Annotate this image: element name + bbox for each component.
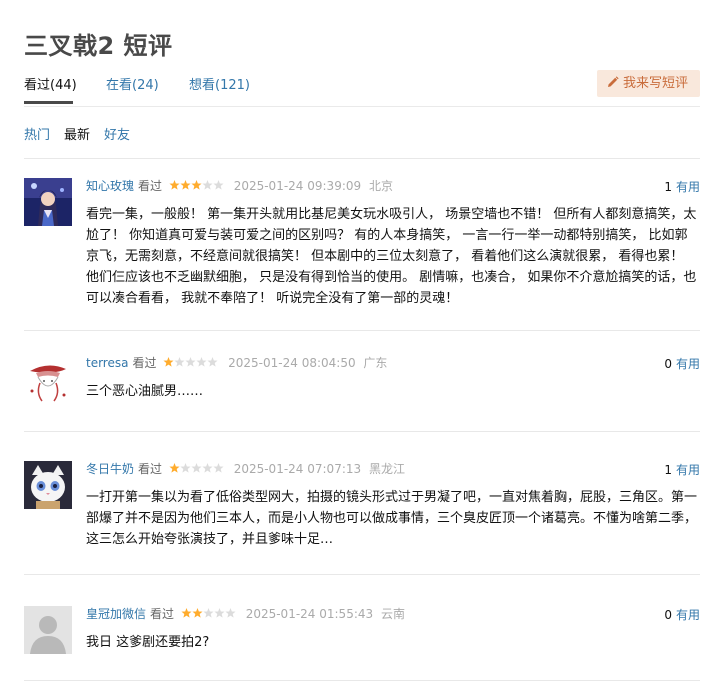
star-icon bbox=[202, 463, 213, 473]
comment-location: 云南 bbox=[380, 607, 405, 621]
star-icon bbox=[192, 608, 203, 618]
vote-area: 0 有用 bbox=[664, 355, 700, 372]
helpful-button[interactable]: 有用 bbox=[676, 463, 700, 477]
comment-time[interactable]: 2025-01-24 07:07:13 bbox=[234, 462, 361, 476]
star-icon bbox=[191, 180, 202, 190]
helpful-button[interactable]: 有用 bbox=[676, 357, 700, 371]
star-icon bbox=[225, 608, 236, 618]
comment-user[interactable]: 冬日牛奶 bbox=[86, 462, 134, 476]
pencil-icon bbox=[607, 76, 619, 87]
comment-text: 看完一集，一般般！ 第一集开头就用比基尼美女玩水吸引人， 场景空墙也不错！ 但所… bbox=[86, 207, 697, 306]
avatar[interactable] bbox=[24, 178, 72, 226]
comment-action: 看过 bbox=[150, 607, 175, 621]
comment-time[interactable]: 2025-01-24 08:04:50 bbox=[228, 356, 355, 370]
star-icon bbox=[181, 608, 192, 618]
star-icon bbox=[180, 463, 191, 473]
sort-hot[interactable]: 热门 bbox=[24, 128, 50, 143]
sort-friends[interactable]: 好友 bbox=[104, 128, 130, 143]
comment-action: 看过 bbox=[138, 462, 163, 476]
vote-count: 1 bbox=[664, 180, 672, 194]
comment-location: 北京 bbox=[368, 179, 393, 193]
rating-stars-icon bbox=[169, 180, 224, 190]
rating-stars-icon bbox=[181, 608, 236, 618]
tab-want-to-watch[interactable]: 想看(121) bbox=[189, 74, 250, 93]
page-title: 三叉戟2 短评 bbox=[24, 32, 173, 60]
star-icon bbox=[169, 463, 180, 473]
divider bbox=[24, 431, 700, 432]
vote-area: 1 有用 bbox=[664, 461, 700, 478]
rating-stars-icon bbox=[163, 357, 218, 367]
comment-location: 广东 bbox=[363, 356, 388, 370]
star-icon bbox=[180, 180, 191, 190]
vote-count: 1 bbox=[664, 463, 672, 477]
star-icon bbox=[202, 180, 213, 190]
write-review-label: 我来写短评 bbox=[622, 76, 688, 91]
comment-text: 三个恶心油腻男…… bbox=[86, 384, 204, 399]
comment-action: 看过 bbox=[138, 179, 163, 193]
divider bbox=[24, 680, 700, 681]
helpful-button[interactable]: 有用 bbox=[676, 608, 700, 622]
tab-bar: 看过(44) 在看(24) 想看(121) 我来写短评 bbox=[24, 70, 700, 107]
star-icon bbox=[213, 180, 224, 190]
default-avatar-icon[interactable] bbox=[24, 606, 72, 654]
comment-text: 我日 这爹剧还要拍2? bbox=[86, 635, 210, 650]
divider bbox=[24, 574, 700, 575]
vote-count: 0 bbox=[664, 357, 672, 371]
star-icon bbox=[203, 608, 214, 618]
comment-meta: 皇冠加微信 看过 2025-01-24 01:55:43 云南 bbox=[86, 606, 700, 622]
sort-latest[interactable]: 最新 bbox=[64, 128, 90, 143]
star-icon bbox=[174, 357, 185, 367]
avatar[interactable] bbox=[24, 355, 72, 403]
star-icon bbox=[213, 463, 224, 473]
write-review-button[interactable]: 我来写短评 bbox=[596, 70, 700, 97]
comment-time[interactable]: 2025-01-24 09:39:09 bbox=[234, 179, 361, 193]
comment-text: 一打开第一集以为看了低俗类型网大，拍摄的镜头形式过于男凝了吧，一直对焦着胸，屁股… bbox=[86, 490, 698, 547]
comment-user[interactable]: 知心玫瑰 bbox=[86, 179, 134, 193]
comment-meta: terresa 看过 2025-01-24 08:04:50 广东 bbox=[86, 355, 700, 371]
star-icon bbox=[185, 357, 196, 367]
avatar[interactable] bbox=[24, 461, 72, 509]
comment-user[interactable]: terresa bbox=[86, 356, 128, 370]
comment-user[interactable]: 皇冠加微信 bbox=[86, 607, 146, 621]
comment-meta: 冬日牛奶 看过 2025-01-24 07:07:13 黑龙江 bbox=[86, 461, 700, 477]
active-tab-underline bbox=[24, 101, 73, 104]
star-icon bbox=[163, 357, 174, 367]
divider bbox=[24, 158, 700, 159]
sort-options: 热门 最新 好友 bbox=[24, 124, 144, 143]
star-icon bbox=[196, 357, 207, 367]
star-icon bbox=[207, 357, 218, 367]
helpful-button[interactable]: 有用 bbox=[676, 180, 700, 194]
comment-location: 黑龙江 bbox=[368, 462, 405, 476]
divider bbox=[24, 330, 700, 331]
star-icon bbox=[191, 463, 202, 473]
vote-count: 0 bbox=[664, 608, 672, 622]
star-icon bbox=[214, 608, 225, 618]
vote-area: 1 有用 bbox=[664, 178, 700, 195]
star-icon bbox=[169, 180, 180, 190]
comment-action: 看过 bbox=[132, 356, 157, 370]
tab-watching[interactable]: 在看(24) bbox=[106, 74, 159, 93]
tab-watched[interactable]: 看过(44) bbox=[24, 74, 77, 93]
comment-meta: 知心玫瑰 看过 2025-01-24 09:39:09 北京 bbox=[86, 178, 700, 194]
rating-stars-icon bbox=[169, 463, 224, 473]
comment-time[interactable]: 2025-01-24 01:55:43 bbox=[246, 607, 373, 621]
vote-area: 0 有用 bbox=[664, 606, 700, 623]
